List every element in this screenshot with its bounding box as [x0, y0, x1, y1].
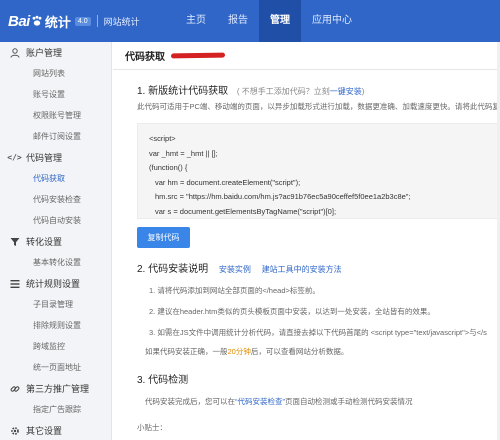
user-icon: [9, 47, 20, 58]
redaction-mark: [170, 52, 226, 59]
tips-label: 小贴士：: [137, 423, 167, 432]
one-click-install-link[interactable]: 一键安装: [330, 87, 362, 96]
sidebar-item-ad-tracking[interactable]: 指定广告跟踪: [0, 399, 111, 420]
hint-prefix: ( 不想手工添加代码？立刻: [236, 87, 330, 96]
site-label: 网站统计: [103, 16, 140, 27]
version-badge: 4.0: [74, 16, 91, 26]
section-2-title: 2. 代码安装说明: [137, 264, 209, 275]
code-line: var hm = document.createElement("script"…: [155, 177, 301, 187]
sidebar-item-exclusion-rules[interactable]: 排除规则设置: [0, 315, 111, 336]
top-bar: Bai 统计 4.0 网站统计 主页 报告 管理 应用中心: [0, 0, 500, 42]
sidebar-group-other[interactable]: 其它设置: [0, 420, 111, 440]
one-click-install-hint: ( 不想手工添加代码？立刻一键安装): [237, 87, 365, 96]
sidebar-group-conversion[interactable]: 转化设置: [0, 231, 111, 252]
logo-text-bai: Bai: [8, 12, 30, 30]
nav-manage[interactable]: 管理: [259, 0, 301, 42]
sidebar-item-basic-conversion[interactable]: 基本转化设置: [0, 252, 111, 273]
sidebar-item-unified-url[interactable]: 统一页面地址: [0, 357, 111, 378]
section-1-description: 此代码可适用于PC端、移动端的页面，以异步加载形式进行加载，数据更准确、加载速度…: [137, 102, 500, 111]
logo-text-tongji: 统计: [44, 14, 71, 30]
content-area: 1. 新版统计代码获取 ( 不想手工添加代码？立刻一键安装) 此代码可适用于PC…: [137, 70, 500, 433]
sidebar-group-code[interactable]: </> 代码管理: [0, 147, 111, 168]
code-line: (function() {: [149, 163, 188, 172]
nav-home[interactable]: 主页: [175, 0, 217, 42]
sidebar-item-auto-install[interactable]: 代码自动安装: [0, 210, 111, 231]
sidebar-group-label: 统计规则设置: [26, 279, 81, 289]
section-3-prefix: 代码安装完成后，您可以在: [145, 397, 235, 406]
logo-divider: [96, 15, 98, 27]
sidebar-item-install-check[interactable]: 代码安装检查: [0, 189, 111, 210]
sidebar-group-label: 转化设置: [26, 237, 63, 247]
sidebar-group-label: 代码管理: [26, 153, 63, 163]
install-example-link[interactable]: 安装实例: [219, 265, 251, 274]
sidebar-group-label: 账户管理: [26, 48, 63, 58]
site-builder-install-link[interactable]: 建站工具中的安装方法: [262, 265, 342, 274]
sidebar-item-get-code[interactable]: 代码获取: [0, 168, 111, 189]
step-4-suffix: 后，可以查看网站分析数据。: [250, 347, 349, 356]
hint-suffix: ): [361, 87, 365, 96]
code-line: hm.src = "https://hm.baidu.com/hm.js?ac9…: [155, 192, 411, 201]
page-header: 代码获取: [113, 42, 500, 70]
code-line: <script>: [149, 134, 176, 143]
sidebar-group-label: 第三方推广管理: [26, 384, 90, 394]
page-title: 代码获取: [125, 52, 165, 63]
section-1-heading: 1. 新版统计代码获取 ( 不想手工添加代码？立刻一键安装): [137, 82, 500, 97]
install-step-4: 如果代码安装正确，一般20分钟后，可以查看网站分析数据。: [137, 346, 500, 357]
section-3-heading: 3. 代码检测: [137, 375, 189, 386]
code-line: var s = document.getElementsByTagName("s…: [155, 206, 337, 216]
install-step-3: 3. 如需在JS文件中调用统计分析代码，请直接去掉以下代码首尾的 <script…: [149, 328, 487, 337]
funnel-icon: [9, 236, 20, 247]
code-icon: </>: [7, 153, 22, 162]
sidebar-item-cross-domain[interactable]: 跨域监控: [0, 336, 111, 357]
paw-icon: [32, 15, 42, 26]
sidebar-item-site-list[interactable]: 网站列表: [0, 63, 111, 84]
copy-code-button[interactable]: 复制代码: [137, 227, 190, 248]
sidebar-item-mail-subscription[interactable]: 邮件订阅设置: [0, 126, 111, 147]
install-step-2: 2. 建议在header.htm类似的页头模板页面中安装，以达到一处安装，全站皆…: [149, 307, 435, 316]
main-panel: 代码获取 1. 新版统计代码获取 ( 不想手工添加代码？立刻一键安装) 此代码可…: [113, 42, 500, 440]
sidebar-item-subdirectory[interactable]: 子目录管理: [0, 294, 111, 315]
rules-icon: [9, 278, 20, 289]
step-4-prefix: 如果代码安装正确，一般: [145, 347, 228, 356]
section-1-title: 1. 新版统计代码获取: [137, 86, 229, 97]
nav-app-center[interactable]: 应用中心: [301, 0, 363, 42]
baidu-tongji-logo[interactable]: Bai 统计 4.0 网站统计: [8, 11, 140, 31]
code-line: var _hmt = _hmt || [];: [149, 148, 218, 158]
link-icon: [9, 383, 20, 394]
sidebar-group-account[interactable]: 账户管理: [0, 42, 111, 63]
install-step-1: 1. 请将代码添加到网站全部页面的</head>标签前。: [149, 286, 320, 295]
section-3-text: 代码安装完成后，您可以在“代码安装检查”页面自动检测或手动检测代码安装情况: [137, 396, 500, 407]
sidebar-group-label: 其它设置: [26, 426, 63, 436]
main-nav: 主页 报告 管理 应用中心: [175, 0, 363, 42]
sidebar-group-third-party[interactable]: 第三方推广管理: [0, 378, 111, 399]
sidebar: 账户管理 网站列表 账号设置 权限账号管理 邮件订阅设置 </> 代码管理 代码…: [0, 42, 112, 440]
tracking-code-box[interactable]: <script> var _hmt = _hmt || []; (functio…: [137, 123, 500, 219]
nav-reports[interactable]: 报告: [217, 0, 259, 42]
section-2-heading: 2. 代码安装说明 安装实例 建站工具中的安装方法: [137, 260, 500, 275]
section-3-suffix: 页面自动检测或手动检测代码安装情况: [285, 397, 413, 406]
sidebar-item-account-settings[interactable]: 账号设置: [0, 84, 111, 105]
sidebar-item-permission-accounts[interactable]: 权限账号管理: [0, 105, 111, 126]
install-check-link[interactable]: “代码安装检查”: [235, 397, 285, 406]
gear-icon: [9, 425, 20, 436]
sidebar-group-rules[interactable]: 统计规则设置: [0, 273, 111, 294]
twenty-minutes-highlight: 20分钟: [227, 347, 251, 356]
